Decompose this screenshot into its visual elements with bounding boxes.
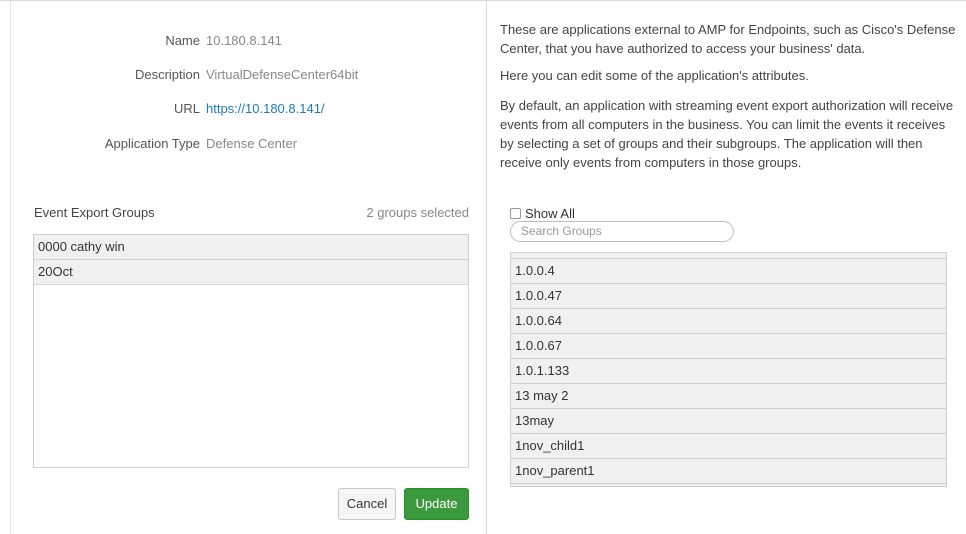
url-label: URL [173, 101, 200, 116]
column-divider [486, 0, 487, 534]
group-list-item[interactable]: 13 may 2 [511, 384, 946, 409]
available-groups-list[interactable]: 1.0.0.4 1.0.0.47 1.0.0.64 1.0.0.67 1.0.1… [510, 252, 947, 487]
show-all-toggle[interactable]: Show All [510, 205, 575, 221]
name-value: 10.180.8.141 [206, 33, 282, 48]
description-value: VirtualDefenseCenter64bit [206, 67, 359, 82]
group-list-item[interactable]: 13may [511, 409, 946, 434]
show-all-label: Show All [525, 205, 575, 221]
update-button[interactable]: Update [404, 488, 469, 520]
group-list-item[interactable]: 1nov_parent1 [511, 459, 946, 484]
group-list-item[interactable]: 1.0.1.133 [511, 359, 946, 384]
help-text-2: Here you can edit some of the applicatio… [500, 68, 809, 83]
group-list-item[interactable]: 2015-01-20 [511, 484, 946, 486]
group-list-item[interactable]: 1.0.0.67 [511, 334, 946, 359]
help-text-3: By default, an application with streamin… [500, 98, 954, 170]
event-export-groups-title: Event Export Groups [34, 205, 155, 220]
group-list-item[interactable]: 1.0.0.4 [511, 259, 946, 284]
field-url: URL https://10.180.8.141/ [20, 101, 480, 121]
help-paragraph-1: These are applications external to AMP f… [500, 20, 960, 58]
selected-groups-list[interactable]: 0000 cathy win 20Oct [33, 234, 469, 468]
selected-group-item[interactable]: 0000 cathy win [34, 235, 468, 260]
help-text-1: These are applications external to AMP f… [500, 22, 956, 56]
url-link[interactable]: https://10.180.8.141/ [206, 101, 325, 116]
selected-group-item[interactable]: 20Oct [34, 260, 468, 285]
field-name: Name 10.180.8.141 [20, 33, 480, 53]
groups-selected-count: 2 groups selected [366, 205, 469, 220]
show-all-checkbox[interactable] [510, 207, 521, 219]
field-application-type: Application Type Defense Center [20, 136, 480, 156]
field-description: Description VirtualDefenseCenter64bit [20, 67, 480, 87]
help-paragraph-3: By default, an application with streamin… [500, 96, 960, 172]
group-list-item[interactable]: 1.0.0.47 [511, 284, 946, 309]
top-edge [0, 0, 966, 5]
description-label: Description [134, 67, 200, 82]
group-list-item[interactable]: 1.0.0.64 [511, 309, 946, 334]
name-label: Name [165, 33, 200, 48]
left-edge [10, 0, 11, 534]
group-list-item[interactable]: 1nov_child1 [511, 434, 946, 459]
help-paragraph-2: Here you can edit some of the applicatio… [500, 66, 960, 85]
application-type-value: Defense Center [206, 136, 298, 151]
application-type-label: Application Type [104, 136, 200, 151]
search-groups-input[interactable]: Search Groups [510, 221, 734, 242]
cancel-button[interactable]: Cancel [338, 488, 396, 520]
